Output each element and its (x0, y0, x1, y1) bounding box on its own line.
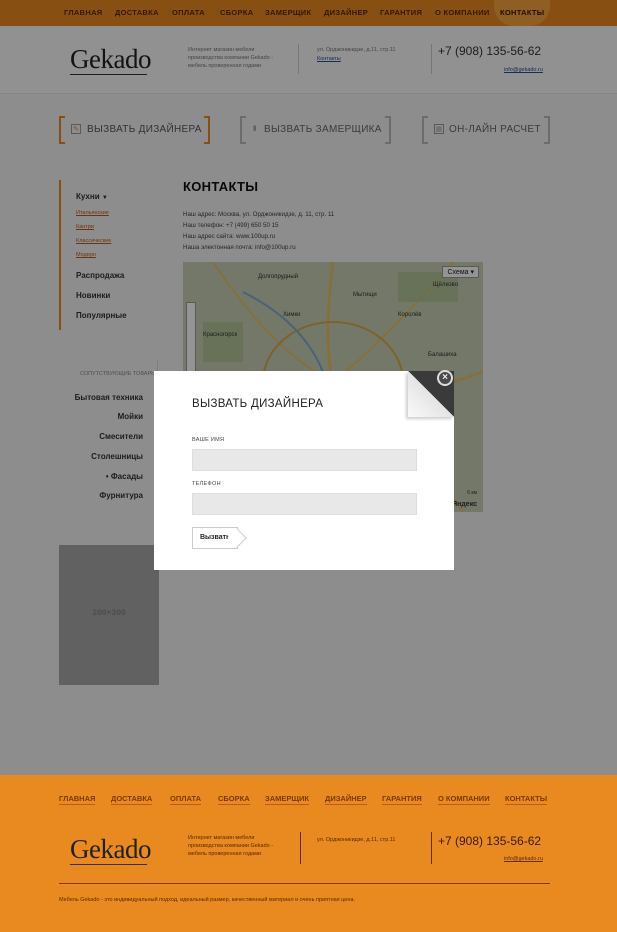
submit-button[interactable]: Вызвать (192, 527, 247, 549)
footer-nav-home[interactable]: Главная (59, 794, 96, 805)
footer-divider (300, 832, 301, 864)
footer-nav-about[interactable]: О компании (438, 794, 490, 805)
footer-nav-warranty[interactable]: Гарантия (382, 794, 422, 805)
footer-nav-measurer[interactable]: Замерщик (265, 794, 309, 805)
footer-phone: +7 (908) 135-56-62 (438, 834, 542, 848)
footer-tagline: Интернет магазин мебели производства ком… (188, 835, 274, 857)
name-input[interactable] (192, 449, 417, 471)
footer-divider-2 (431, 832, 432, 864)
footer-logo[interactable]: Gekado (70, 834, 151, 865)
modal-title: ВЫЗВАТЬ ДИЗАЙНЕРА (192, 398, 324, 410)
footer-nav-designer[interactable]: Дизайнер (325, 794, 367, 805)
footer-nav-contacts[interactable]: Контакты (505, 794, 548, 805)
footer-logo-underline (70, 864, 147, 865)
footer-nav-payment[interactable]: Оплата (170, 794, 202, 805)
phone-input[interactable] (192, 493, 417, 515)
footer-copyright: Мебель Gekado - это индивидуальный подхо… (59, 897, 355, 903)
name-label: ВАШЕ ИМЯ (192, 437, 225, 443)
arrow-right-icon (227, 528, 247, 548)
footer-nav-delivery[interactable]: Доставка (111, 794, 153, 805)
footer-address: ул. Орджоникидзе, д.11, стр.11 (317, 837, 396, 843)
phone-label: ТЕЛЕФОН (192, 481, 221, 487)
footer-hline (59, 883, 550, 884)
footer-nav-assembly[interactable]: Сборка (218, 794, 250, 805)
footer-email[interactable]: info@gekado.ru (504, 855, 543, 863)
close-icon[interactable]: × (437, 370, 453, 386)
call-designer-modal: ВЫЗВАТЬ ДИЗАЙНЕРА ВАШЕ ИМЯ ТЕЛЕФОН Вызва… (154, 371, 454, 570)
